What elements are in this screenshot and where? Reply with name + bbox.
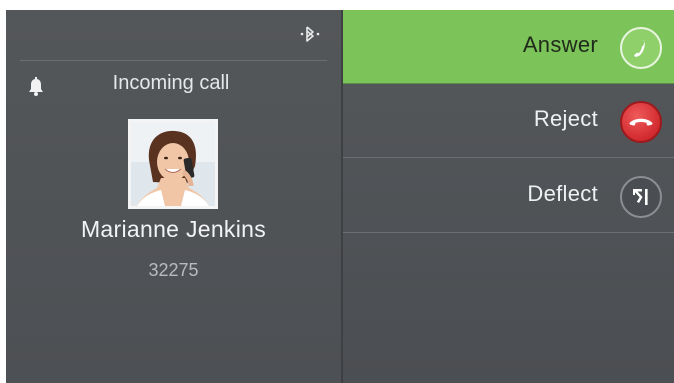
deflect-label: Deflect xyxy=(527,181,598,206)
caller-name: Marianne Jenkins xyxy=(80,216,267,242)
caller-number: 32275 xyxy=(148,260,199,280)
caller-panel: Incoming call Marianne Jenkins 32275 xyxy=(6,10,341,383)
caller-avatar xyxy=(128,119,218,209)
answer-button[interactable]: Answer xyxy=(343,10,674,84)
actions-panel: Answer Reject Deflect xyxy=(343,10,674,383)
header-divider xyxy=(20,60,327,61)
answer-label: Answer xyxy=(522,32,598,57)
call-screen: Incoming call Marianne Jenkins 32275 Ans… xyxy=(6,10,674,383)
phone-answer-icon xyxy=(620,27,662,69)
deflect-icon xyxy=(620,176,662,218)
reject-button[interactable]: Reject xyxy=(343,84,674,158)
bell-icon xyxy=(26,76,46,98)
call-status-title: Incoming call xyxy=(112,72,230,94)
phone-hangup-icon xyxy=(620,101,662,143)
bluetooth-icon xyxy=(296,22,324,46)
reject-label: Reject xyxy=(533,106,598,131)
deflect-button[interactable]: Deflect xyxy=(343,159,674,233)
